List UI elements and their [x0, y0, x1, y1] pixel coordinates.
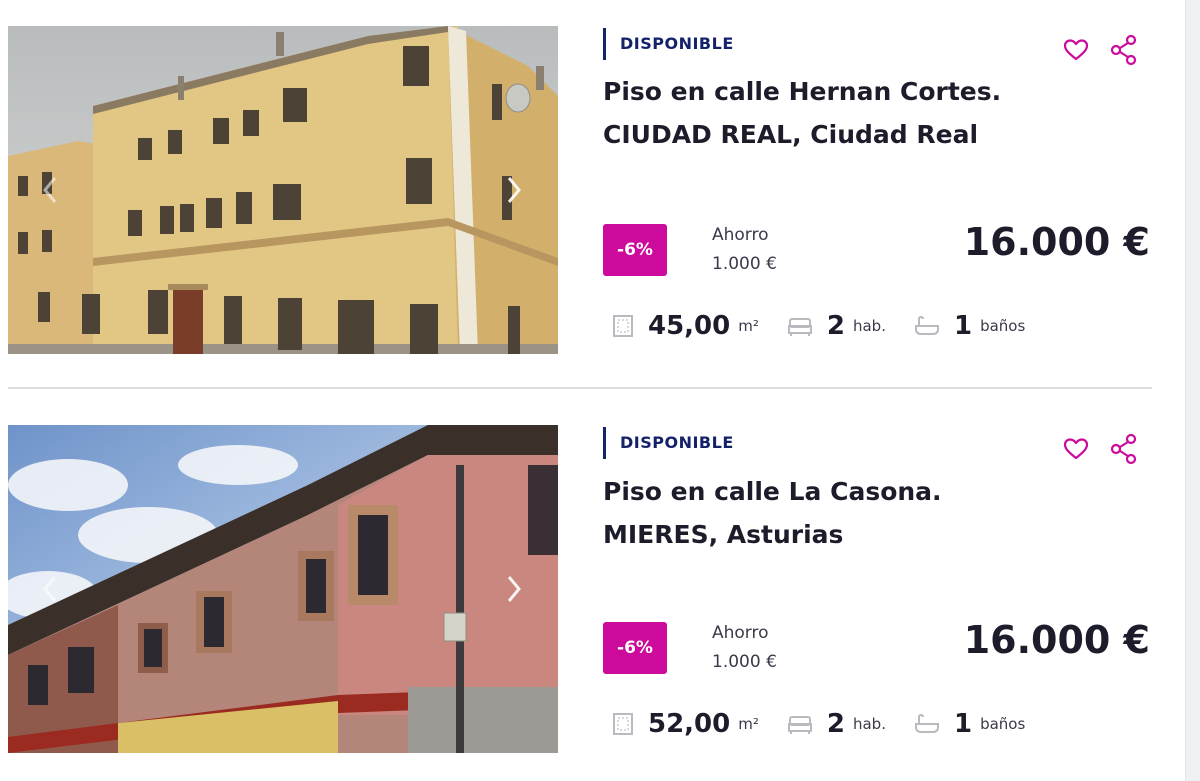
status-label: DISPONIBLE: [603, 427, 734, 459]
rooms-value: 2: [826, 311, 845, 341]
saving-block: Ahorro 1.000 €: [712, 619, 777, 677]
chevron-right-icon[interactable]: [502, 173, 526, 207]
floor-area-icon: [613, 315, 633, 337]
status-label: DISPONIBLE: [603, 28, 734, 60]
saving-label: Ahorro: [712, 623, 769, 643]
listing-card[interactable]: DISPONIBLE Piso en calle Hernan Cortes. …: [0, 0, 1160, 390]
chevron-left-icon[interactable]: [38, 572, 62, 606]
bathtub-icon: [914, 713, 939, 733]
area-value: 45,00: [648, 311, 731, 341]
rooms-unit: hab.: [852, 715, 886, 733]
building-photo-1: [8, 26, 558, 354]
heart-outline-icon: [1063, 39, 1089, 61]
saving-block: Ahorro 1.000 €: [712, 221, 777, 279]
rooms-unit: hab.: [852, 317, 886, 335]
title-location: CIUDAD REAL, Ciudad Real: [603, 120, 979, 149]
baths-unit: baños: [980, 715, 1026, 733]
heart-outline-icon: [1063, 438, 1089, 460]
area-unit: m²: [738, 715, 759, 733]
bed-icon: [787, 716, 812, 734]
chevron-left-icon[interactable]: [38, 173, 62, 207]
rooms-feature: 2 hab.: [787, 709, 886, 739]
listing-card[interactable]: DISPONIBLE Piso en calle La Casona. MIER…: [0, 400, 1160, 781]
saving-amount: 1.000 €: [712, 254, 777, 274]
price: 16.000 €: [963, 220, 1150, 264]
bathtub-icon: [914, 315, 939, 335]
saving-label: Ahorro: [712, 225, 769, 245]
listing-photo[interactable]: [8, 425, 558, 753]
listing-title[interactable]: Piso en calle La Casona. MIERES, Asturia…: [603, 470, 1123, 556]
saving-amount: 1.000 €: [712, 652, 777, 672]
baths-unit: baños: [980, 317, 1026, 335]
area-feature: 45,00 m²: [612, 311, 759, 341]
floor-area-icon: [613, 713, 633, 735]
title-street: Piso en calle Hernan Cortes.: [603, 77, 1002, 106]
chevron-right-icon[interactable]: [502, 572, 526, 606]
baths-feature: 1 baños: [914, 311, 1025, 341]
listing-title[interactable]: Piso en calle Hernan Cortes. CIUDAD REAL…: [603, 70, 1123, 156]
favorite-button[interactable]: [1060, 34, 1092, 66]
share-button[interactable]: [1108, 433, 1140, 465]
page-scroll-edge: [1185, 0, 1200, 781]
rooms-feature: 2 hab.: [787, 311, 886, 341]
share-button[interactable]: [1108, 34, 1140, 66]
title-location: MIERES, Asturias: [603, 520, 844, 549]
favorite-button[interactable]: [1060, 433, 1092, 465]
title-street: Piso en calle La Casona.: [603, 477, 942, 506]
share-icon: [1110, 34, 1137, 66]
rooms-value: 2: [826, 709, 845, 739]
price: 16.000 €: [963, 618, 1150, 662]
baths-feature: 1 baños: [914, 709, 1025, 739]
discount-badge: -6%: [603, 224, 667, 276]
features-row: 45,00 m² 2 hab. 1 baños: [612, 308, 1053, 344]
building-photo-2: [8, 425, 558, 753]
features-row: 52,00 m² 2 hab. 1 baños: [612, 706, 1053, 742]
area-value: 52,00: [648, 709, 731, 739]
baths-value: 1: [953, 709, 973, 739]
baths-value: 1: [953, 311, 973, 341]
bed-icon: [787, 318, 812, 336]
listing-divider: [8, 387, 1152, 389]
discount-badge: -6%: [603, 622, 667, 674]
area-feature: 52,00 m²: [612, 709, 759, 739]
share-icon: [1110, 433, 1137, 465]
area-unit: m²: [738, 317, 759, 335]
listing-photo[interactable]: [8, 26, 558, 354]
